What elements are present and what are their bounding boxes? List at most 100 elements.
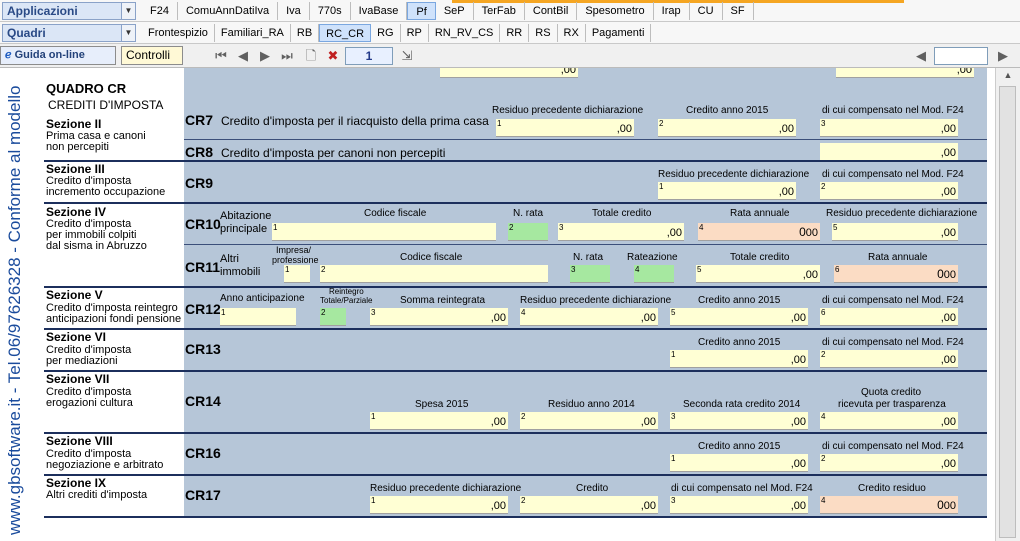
cr14-field-1[interactable]: 1,00 [370,412,508,430]
cr9-field-2[interactable]: 2,00 [820,182,958,200]
tab-irap[interactable]: Irap [654,2,690,20]
chevron-down-icon[interactable]: ▼ [121,25,135,41]
tab-spesometro[interactable]: Spesometro [577,2,654,20]
cr12-header-2: Totale/Parziale [320,296,373,305]
quadro-tab-rp[interactable]: RP [401,24,429,42]
prev-page-icon[interactable]: ◀ [234,47,252,65]
cr10-value-4: 0 [799,225,806,239]
cr10-codice-fiscale-field[interactable]: 1 [272,223,496,241]
cr14-header-3: Seconda rata credito 2014 [683,399,801,410]
cr7-field-2[interactable]: 2,00 [658,119,796,137]
delete-page-icon[interactable]: ✖ [324,47,342,65]
cr12-value-3: ,00 [490,312,506,324]
cr16-header-1: Credito anno 2015 [698,441,781,452]
cr10-header-3: Totale credito [592,208,652,219]
cr17-field-2[interactable]: 2,00 [520,496,658,514]
quadro-tab-frontespizio[interactable]: Frontespizio [142,24,215,42]
cr12-compensato-field[interactable]: 6,00 [820,308,958,326]
cr11-rata-annuale-field[interactable]: 6 000 [834,265,958,283]
cr16-field-1[interactable]: 1,00 [670,454,808,472]
side-banner: www.gbsoftware.it - Tel.06/97626328 - Co… [0,68,30,541]
sezione-viii-desc: negoziazione e arbitrato [46,459,164,471]
new-page-icon[interactable]: 🗋 [302,47,320,65]
quadro-tab-rc-cr[interactable]: RC_CR [319,24,372,42]
cr14-value-4: ,00 [940,416,956,428]
top-field-2[interactable]: ,00 [836,68,974,78]
cr13-field-1[interactable]: 1,00 [670,350,808,368]
cr12-reintegro-field[interactable]: 2 [320,308,346,326]
tab-iva[interactable]: Iva [278,2,310,20]
cr10-label: principale [220,223,268,235]
controlli-button[interactable]: Controlli [121,46,183,65]
cr14-value-2: ,00 [640,416,656,428]
sezione-viii-title: Sezione VIII [46,434,113,448]
cr11-rateazione-field[interactable]: 4 [634,265,674,283]
cr12-residuo-field[interactable]: 4,00 [520,308,658,326]
quadro-tab-familiari-ra[interactable]: Familiari_RA [215,24,291,42]
tab-contbil[interactable]: ContBil [525,2,578,20]
top-field-1[interactable]: ,00 [440,68,578,78]
cr17-field-1[interactable]: 1,00 [370,496,508,514]
cr10-label: Abitazione [220,210,272,222]
tab-comuanndatiiva[interactable]: ComuAnnDatiIva [178,2,279,20]
scroll-right-icon[interactable]: ▶ [994,47,1012,65]
tab-cu[interactable]: CU [690,2,723,20]
cr8-field-1[interactable]: ,00 [820,143,958,161]
tab-770s[interactable]: 770s [310,2,351,20]
quadro-tab-rn-rv-cs[interactable]: RN_RV_CS [429,24,501,42]
scroll-up-icon[interactable]: ▲ [1001,70,1015,84]
chevron-down-icon[interactable]: ▼ [121,3,135,19]
cr12-anno-field[interactable]: 1 [220,308,296,326]
cr10-totale-field[interactable]: 3,00 [558,223,684,241]
quadro-tab-rr[interactable]: RR [500,24,530,42]
applicazioni-select[interactable]: Applicazioni ▼ [2,2,136,20]
quadro-tab-rs[interactable]: RS [529,24,558,42]
cr12-credito-field[interactable]: 5,00 [670,308,808,326]
cr14-field-2[interactable]: 2,00 [520,412,658,430]
cr10-rata-annuale-field[interactable]: 4 000 [698,223,820,241]
cr16-field-2[interactable]: 2,00 [820,454,958,472]
tab-sf[interactable]: SF [723,2,754,20]
cr12-somma-field[interactable]: 3,00 [370,308,508,326]
sezione-iii-desc: incremento occupazione [46,186,166,198]
tab-sep[interactable]: SeP [436,2,474,20]
page-number-input[interactable]: 1 [345,47,393,65]
cr17-field-4[interactable]: 4 000 [820,496,958,514]
cr13-header-2: di cui compensato nel Mod. F24 [822,337,964,348]
tab-pf[interactable]: Pf [407,2,436,20]
quadro-tab-rg[interactable]: RG [371,24,401,42]
cr12-code: CR12 [185,301,221,317]
cr11-nrata-field[interactable]: 3 [570,265,610,283]
first-page-icon[interactable]: ⏮ [212,47,230,65]
cr7-header-3: di cui compensato nel Mod. F24 [822,105,964,116]
scrollbar-thumb[interactable] [999,86,1016,538]
cr7-field-1[interactable]: 1,00 [496,119,634,137]
cr11-codice-fiscale-field[interactable]: 2 [320,265,548,283]
cr10-residuo-field[interactable]: 5,00 [832,223,958,241]
cr13-field-2[interactable]: 2,00 [820,350,958,368]
cr7-field-3[interactable]: 3,00 [820,119,958,137]
tab-f24[interactable]: F24 [142,2,178,20]
cr17-field-3[interactable]: 3,00 [670,496,808,514]
cr11-totale-field[interactable]: 5,00 [696,265,820,283]
guida-label: Guida on-line [14,49,85,61]
quadro-tab-rb[interactable]: RB [291,24,320,42]
guida-online-button[interactable]: ℯ Guida on-line [0,46,116,65]
cr11-impresa-field[interactable]: 1 [284,265,310,283]
tab-ivabase[interactable]: IvaBase [351,2,408,20]
cr14-value-1: ,00 [490,416,506,428]
tab-terfab[interactable]: TerFab [474,2,525,20]
search-input[interactable] [934,47,988,65]
last-page-icon[interactable]: ⏭ [278,47,296,65]
cr10-nrata-field[interactable]: 2 [508,223,548,241]
quadro-tab-pagamenti[interactable]: Pagamenti [586,24,652,42]
cr14-field-3[interactable]: 3,00 [670,412,808,430]
cr9-field-1[interactable]: 1,00 [658,182,796,200]
scroll-left-icon[interactable]: ◀ [912,47,930,65]
quadri-select[interactable]: Quadri ▼ [2,24,136,42]
next-page-icon[interactable]: ▶ [256,47,274,65]
quadro-tab-rx[interactable]: RX [558,24,586,42]
vertical-scrollbar[interactable]: ▲ [995,68,1020,541]
cr14-field-4[interactable]: 4,00 [820,412,958,430]
goto-page-icon[interactable]: ⇲ [398,47,416,65]
